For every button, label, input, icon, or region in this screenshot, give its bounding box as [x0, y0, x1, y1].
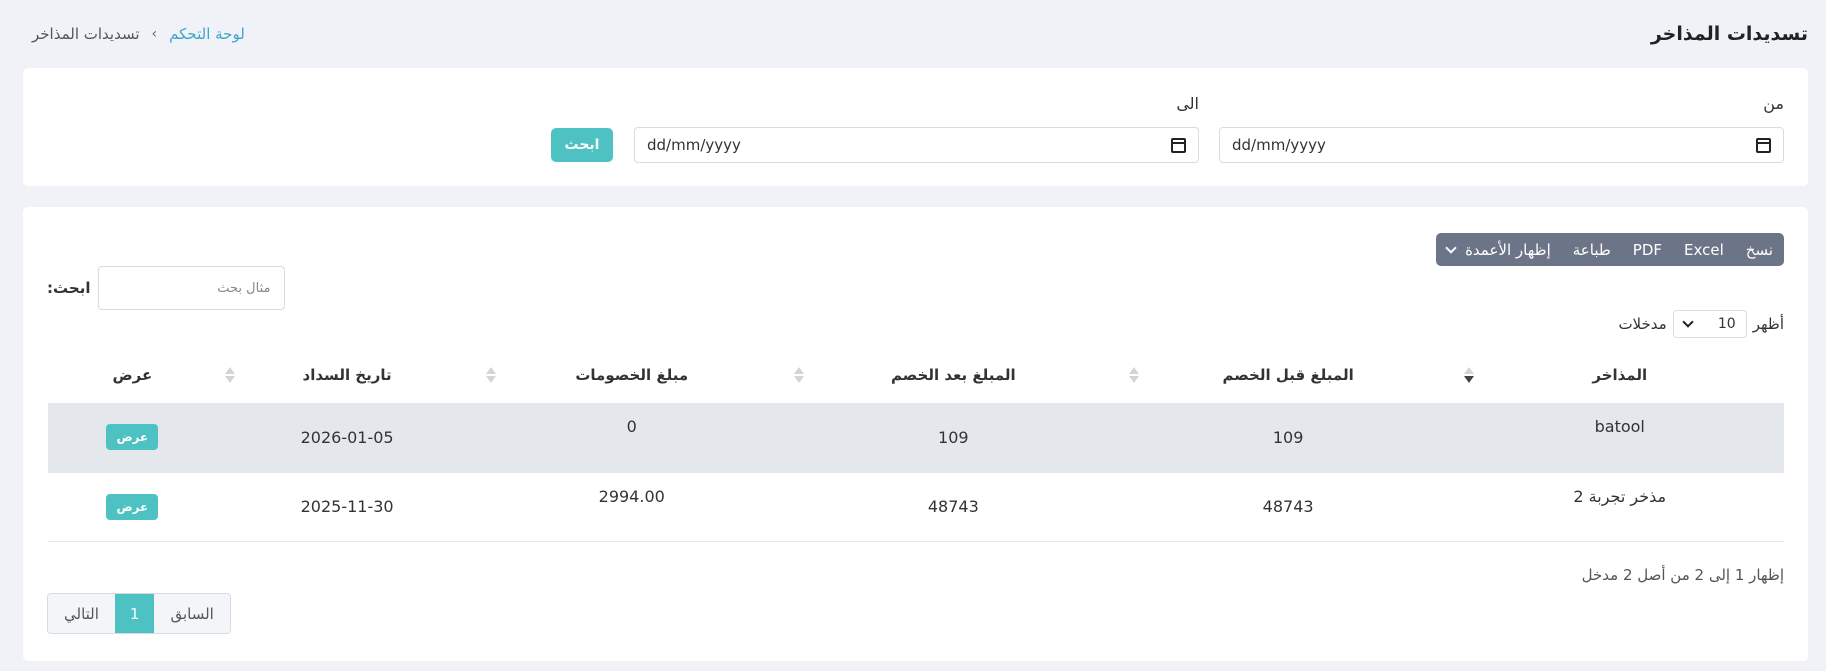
to-date-input[interactable]: dd/mm/yyyy — [634, 127, 1199, 163]
column-header-amount-before[interactable]: المبلغ قبل الخصم — [1121, 347, 1456, 403]
table-search-placeholder: مثال بحث — [217, 280, 271, 296]
column-header-label: المبلغ قبل الخصم — [1222, 366, 1354, 384]
view-button[interactable]: عرض — [106, 493, 159, 520]
calendar-icon[interactable] — [1756, 137, 1771, 153]
date-filter-card: من dd/mm/yyyy الى dd/mm/yyyy ابحث — [23, 68, 1808, 186]
cell-view: عرض — [48, 472, 217, 542]
column-header-amount-after[interactable]: المبلغ بعد الخصم — [786, 347, 1121, 403]
table-card-inner: نسخ Excel PDF طباعة إظهار الأعمدة مثال ب… — [47, 207, 1784, 661]
length-entries-label: مدخلات — [1618, 315, 1667, 333]
copy-button[interactable]: نسخ — [1735, 233, 1784, 266]
to-date-value: dd/mm/yyyy — [647, 136, 741, 154]
cell-amount-after: 109 — [785, 403, 1121, 473]
column-header-supplier[interactable]: المذاخر — [1456, 347, 1785, 403]
cell-amount-before: 48743 — [1120, 472, 1456, 542]
sort-icon — [1128, 367, 1139, 383]
length-show-label: أظهر — [1752, 315, 1784, 333]
print-button[interactable]: طباعة — [1562, 233, 1622, 266]
table-search-label: ابحث: — [47, 279, 91, 297]
column-header-view: عرض — [48, 347, 217, 403]
payments-table: المذاخر المبلغ قبل الخصم المبلغ بعد الخص… — [48, 347, 1784, 542]
cell-payment-date: 2025-11-30 — [216, 472, 478, 542]
chevron-down-icon — [1445, 241, 1457, 254]
from-date-input[interactable]: dd/mm/yyyy — [1219, 127, 1784, 163]
page-length-value: 10 — [1717, 316, 1736, 332]
table-header-row: المذاخر المبلغ قبل الخصم المبلغ بعد الخص… — [48, 347, 1784, 403]
search-button[interactable]: ابحث — [551, 128, 613, 162]
cell-amount-before: 109 — [1120, 403, 1456, 473]
page-length-control: أظهر 10 مدخلات — [1618, 310, 1784, 338]
from-date-value: dd/mm/yyyy — [1232, 136, 1326, 154]
page-length-select[interactable]: 10 — [1672, 310, 1747, 338]
table-row: مذخر تجربة 2 48743 48743 2994.00 2025-11… — [48, 472, 1784, 542]
column-header-label: تاريخ السداد — [302, 366, 392, 384]
table-search: مثال بحث ابحث: — [47, 266, 286, 310]
cell-supplier: batool — [1455, 403, 1784, 473]
breadcrumb-separator: › — [151, 26, 158, 42]
cell-supplier: مذخر تجربة 2 — [1455, 472, 1784, 542]
column-visibility-label: إظهار الأعمدة — [1465, 240, 1551, 259]
export-button-group: نسخ Excel PDF طباعة إظهار الأعمدة — [1436, 233, 1784, 266]
table-info: إظهار 1 إلى 2 من أصل 2 مدخل — [1581, 566, 1784, 584]
pdf-button[interactable]: PDF — [1622, 233, 1673, 266]
column-header-label: المبلغ بعد الخصم — [890, 366, 1016, 384]
column-header-discounts[interactable]: مبلغ الخصومات — [478, 347, 786, 403]
page-title: تسديدات المذاخر — [1650, 23, 1808, 45]
column-header-label: المذاخر — [1592, 366, 1648, 384]
sort-icon — [1463, 367, 1474, 383]
from-label: من — [1763, 94, 1784, 113]
pagination-previous[interactable]: السابق — [154, 594, 230, 633]
column-header-payment-date[interactable]: تاريخ السداد — [217, 347, 478, 403]
table-search-input[interactable]: مثال بحث — [98, 266, 286, 310]
cell-discounts: 2994.00 — [477, 472, 786, 542]
calendar-icon[interactable] — [1171, 137, 1186, 153]
to-label: الى — [1176, 94, 1199, 113]
column-header-label: مبلغ الخصومات — [575, 366, 689, 384]
pagination: التالي 1 السابق — [47, 593, 231, 634]
breadcrumb-home-link[interactable]: لوحة التحكم — [169, 25, 245, 43]
breadcrumb-current: تسديدات المذاخر — [32, 25, 140, 43]
sort-icon — [793, 367, 804, 383]
column-visibility-button[interactable]: إظهار الأعمدة — [1436, 233, 1562, 266]
view-button[interactable]: عرض — [106, 424, 159, 451]
sort-icon — [485, 367, 496, 383]
pagination-page-1[interactable]: 1 — [114, 594, 155, 633]
payments-table-card: نسخ Excel PDF طباعة إظهار الأعمدة مثال ب… — [23, 207, 1808, 661]
column-header-label: عرض — [112, 366, 153, 384]
cell-amount-after: 48743 — [785, 472, 1121, 542]
sort-icon — [224, 367, 235, 383]
cell-view: عرض — [48, 403, 217, 473]
pagination-next[interactable]: التالي — [48, 594, 115, 633]
page-header: تسديدات المذاخر لوحة التحكم › تسديدات ال… — [0, 0, 1826, 68]
cell-payment-date: 2026-01-05 — [216, 403, 478, 473]
cell-discounts: 0 — [477, 403, 786, 473]
breadcrumb: لوحة التحكم › تسديدات المذاخر — [32, 25, 245, 43]
chevron-down-icon — [1682, 316, 1694, 328]
excel-button[interactable]: Excel — [1673, 233, 1735, 266]
table-row: batool 109 109 0 2026-01-05 عرض — [48, 403, 1784, 473]
